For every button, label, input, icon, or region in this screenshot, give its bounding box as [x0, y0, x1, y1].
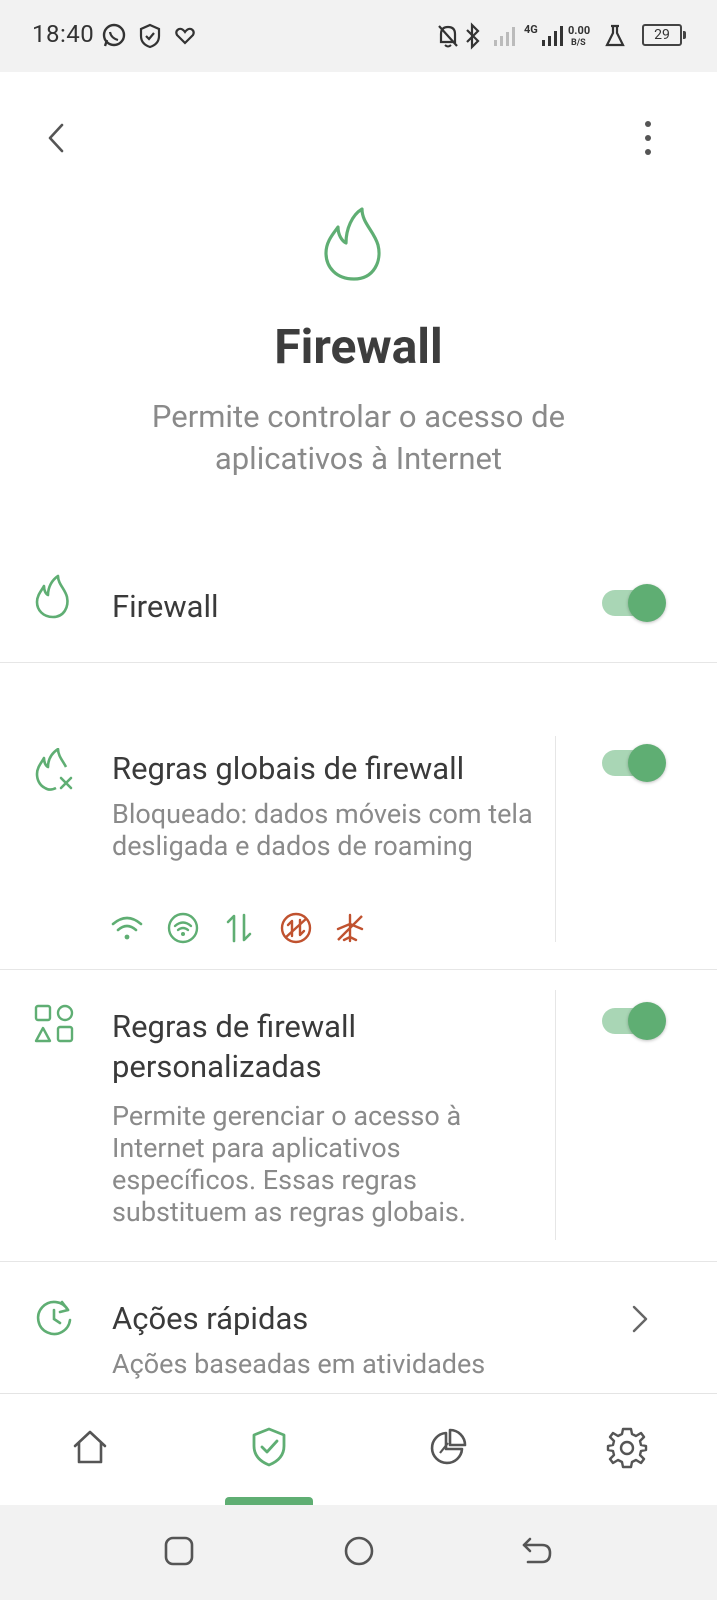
square-icon: [163, 1535, 195, 1571]
network-speed-unit: B/S: [571, 38, 586, 48]
firewall-toggle[interactable]: [602, 582, 668, 624]
bluetooth-icon: [464, 22, 482, 54]
custom-rules-title-line2: personalizadas: [112, 1048, 322, 1085]
status-bar: 18:40 4G 0.00 B/S 29: [0, 0, 717, 72]
network-speed-value: 0.00: [568, 24, 591, 37]
return-icon: [520, 1535, 554, 1571]
chevron-left-icon: [44, 122, 68, 158]
flame-icon: [322, 205, 386, 287]
wifi-icon: [110, 912, 144, 946]
page-subtitle: Permite controlar o acesso de aplicativo…: [151, 398, 566, 477]
custom-rules-row[interactable]: Regras de firewall personalizadas Permit…: [0, 990, 717, 1260]
custom-rules-title: Regras de firewall: [112, 1008, 357, 1045]
shapes-icon: [34, 1004, 74, 1048]
pie-chart-icon: [428, 1427, 468, 1471]
nav-settings[interactable]: [537, 1394, 716, 1504]
clock-refresh-icon: [34, 1298, 74, 1342]
whatsapp-icon: [100, 22, 128, 54]
nav-protection[interactable]: [179, 1394, 358, 1504]
gear-icon: [605, 1425, 649, 1473]
divider: [0, 662, 717, 663]
battery-icon: 29: [642, 24, 686, 46]
vertical-divider: [555, 736, 556, 942]
flame-x-icon: [34, 747, 74, 798]
home-button[interactable]: [319, 1505, 399, 1600]
chevron-right-icon: [630, 1304, 650, 1338]
bottom-navigation: [0, 1393, 717, 1503]
global-rules-toggle[interactable]: [602, 742, 668, 784]
custom-rules-toggle[interactable]: [602, 1000, 668, 1042]
more-vertical-icon: [643, 120, 653, 160]
signal-4g-icon: [536, 24, 564, 52]
home-icon: [71, 1428, 109, 1470]
nav-active-indicator: [225, 1497, 313, 1505]
quick-actions-title: Ações rápidas: [112, 1300, 309, 1337]
signal-icon: [492, 24, 518, 52]
nav-home[interactable]: [0, 1394, 179, 1504]
global-rules-description: Bloqueado: dados móveis com tela desliga…: [112, 798, 533, 862]
mobile-data-icon: [224, 912, 254, 948]
airplane-roaming-icon: [334, 912, 366, 948]
vertical-divider: [555, 990, 556, 1240]
wifi-circle-icon: [167, 912, 199, 948]
circle-icon: [343, 1535, 375, 1571]
back-system-button[interactable]: [497, 1505, 577, 1600]
status-time: 18:40: [32, 20, 95, 48]
custom-rules-description: Permite gerenciar o acesso à Internet pa…: [112, 1100, 466, 1228]
shield-check-icon: [138, 23, 162, 53]
shield-check-icon: [250, 1426, 288, 1472]
recents-button[interactable]: [139, 1505, 219, 1600]
heart-link-icon: [174, 26, 196, 50]
flame-icon: [34, 574, 72, 624]
back-button[interactable]: [26, 110, 86, 170]
more-options-button[interactable]: [618, 110, 678, 170]
global-rules-title: Regras globais de firewall: [112, 750, 465, 787]
system-navigation-bar: [0, 1505, 717, 1600]
firewall-row[interactable]: Firewall: [0, 548, 717, 662]
nav-statistics[interactable]: [358, 1394, 537, 1504]
mobile-data-screen-off-icon: [279, 912, 313, 948]
divider: [0, 969, 717, 970]
bell-off-icon: [436, 22, 460, 54]
firewall-title: Firewall: [112, 588, 219, 625]
flask-icon: [604, 23, 626, 53]
quick-actions-row[interactable]: Ações rápidas Ações baseadas em atividad…: [0, 1262, 717, 1392]
quick-actions-description: Ações baseadas em atividades: [112, 1348, 486, 1380]
page-title: Firewall: [274, 318, 443, 375]
